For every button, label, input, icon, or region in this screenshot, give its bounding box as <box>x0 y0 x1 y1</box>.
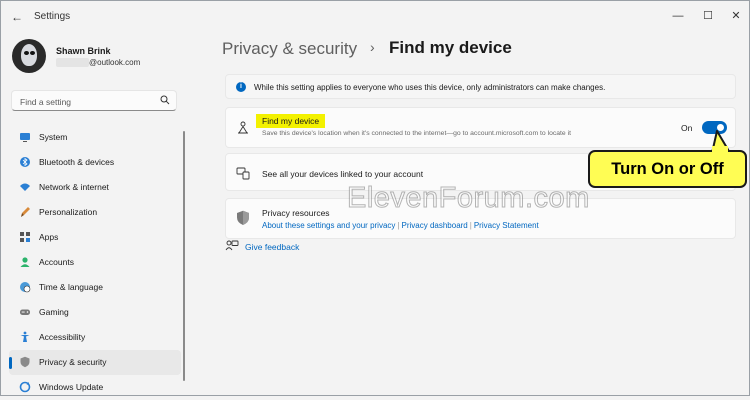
find-my-device-title: Find my device <box>256 114 326 128</box>
privacy-resources-title: Privacy resources <box>262 208 330 218</box>
person-location-icon <box>238 121 248 134</box>
sidebar-item-apps[interactable]: Apps <box>9 225 181 250</box>
avatar-eye-right <box>30 51 35 55</box>
give-feedback-link[interactable]: Give feedback <box>245 242 299 252</box>
back-button[interactable]: ← <box>9 9 25 25</box>
sidebar-item-label: Accessibility <box>39 332 86 342</box>
brush-icon <box>21 207 30 217</box>
sidebar-item-accounts[interactable]: Accounts <box>9 250 181 275</box>
title-bar: ← Settings — ☐ ✕ <box>1 1 749 33</box>
sidebar-item-network[interactable]: Network & internet <box>9 175 181 200</box>
settings-window: ← Settings — ☐ ✕ Shawn Brink @outlook.co… <box>0 0 750 396</box>
info-icon: i <box>236 82 246 92</box>
close-button[interactable]: ✕ <box>726 6 746 26</box>
alien-face-icon <box>21 44 37 66</box>
breadcrumb-separator: › <box>370 39 375 55</box>
search-icon[interactable] <box>160 95 170 105</box>
minimize-button[interactable]: — <box>668 6 688 26</box>
sidebar-item-label: Apps <box>39 232 59 242</box>
devices-icon <box>236 167 250 180</box>
search-input[interactable] <box>18 93 162 110</box>
privacy-statement-link[interactable]: Privacy Statement <box>474 221 539 230</box>
app-title: Settings <box>34 11 71 22</box>
bluetooth-icon <box>20 157 30 167</box>
sidebar-item-label: Network & internet <box>39 182 109 192</box>
sidebar-item-personalization[interactable]: Personalization <box>9 200 181 225</box>
sidebar-item-gaming[interactable]: Gaming <box>9 300 181 325</box>
sidebar-item-label: Gaming <box>39 307 69 317</box>
sidebar-nav: System Bluetooth & devices Network & int… <box>9 125 181 400</box>
shield-icon <box>237 210 249 225</box>
shield-icon <box>20 356 30 368</box>
sidebar-item-system[interactable]: System <box>9 125 181 150</box>
sidebar-item-label: Privacy & security <box>39 357 107 367</box>
gamepad-icon <box>20 309 30 315</box>
user-name: Shawn Brink <box>56 46 111 56</box>
search-box[interactable] <box>11 90 177 111</box>
link-separator: | <box>397 221 400 230</box>
find-my-device-description: Save this device's location when it's co… <box>262 130 571 137</box>
email-redaction <box>56 58 89 67</box>
sidebar-item-accessibility[interactable]: Accessibility <box>9 325 181 350</box>
windows-update-icon <box>19 381 31 393</box>
admin-info-bar: i While this setting applies to everyone… <box>225 74 736 99</box>
privacy-links: About these settings and your privacy | Pr… <box>262 221 539 230</box>
page-title: Find my device <box>389 38 512 57</box>
sidebar-item-label: Bluetooth & devices <box>39 157 115 167</box>
sidebar-item-privacy-security[interactable]: Privacy & security <box>9 350 181 375</box>
breadcrumb-parent[interactable]: Privacy & security <box>222 39 357 59</box>
sidebar-item-label: Time & language <box>39 282 103 292</box>
sidebar-item-label: Accounts <box>39 257 74 267</box>
sidebar-item-label: Personalization <box>39 207 98 217</box>
maximize-button[interactable]: ☐ <box>698 6 718 26</box>
avatar[interactable] <box>12 39 46 73</box>
sidebar-item-label: System <box>39 132 68 142</box>
avatar-eye-left <box>24 51 29 55</box>
privacy-dashboard-link[interactable]: Privacy dashboard <box>402 221 468 230</box>
callout-text: Turn On or Off <box>611 160 724 178</box>
selection-indicator <box>9 357 12 369</box>
sidebar-item-label: Windows Update <box>39 382 104 392</box>
sidebar-scrollbar[interactable] <box>183 131 185 381</box>
linked-devices-link[interactable]: See all your devices linked to your acco… <box>262 169 423 179</box>
user-email: @outlook.com <box>89 58 141 67</box>
system-icon <box>20 133 30 142</box>
sidebar-item-bluetooth[interactable]: Bluetooth & devices <box>9 150 181 175</box>
watermark: ElevenForum.com <box>347 182 590 215</box>
link-separator: | <box>469 221 472 230</box>
globe-clock-icon <box>20 282 31 293</box>
callout-pointer-join <box>712 146 728 154</box>
sidebar-item-time-language[interactable]: Time & language <box>9 275 181 300</box>
info-text: While this setting applies to everyone w… <box>254 83 606 92</box>
toggle-state-label: On <box>681 123 693 133</box>
feedback-icon <box>225 240 239 251</box>
annotation-callout: Turn On or Off <box>588 150 747 188</box>
accessibility-icon <box>20 331 30 342</box>
accounts-icon <box>20 257 30 267</box>
find-my-device-card: Find my device Save this device's locati… <box>225 107 736 148</box>
sidebar-item-windows-update[interactable]: Windows Update <box>9 375 181 400</box>
apps-icon <box>20 232 30 242</box>
about-privacy-link[interactable]: About these settings and your privacy <box>262 221 395 230</box>
wifi-icon <box>20 183 30 191</box>
